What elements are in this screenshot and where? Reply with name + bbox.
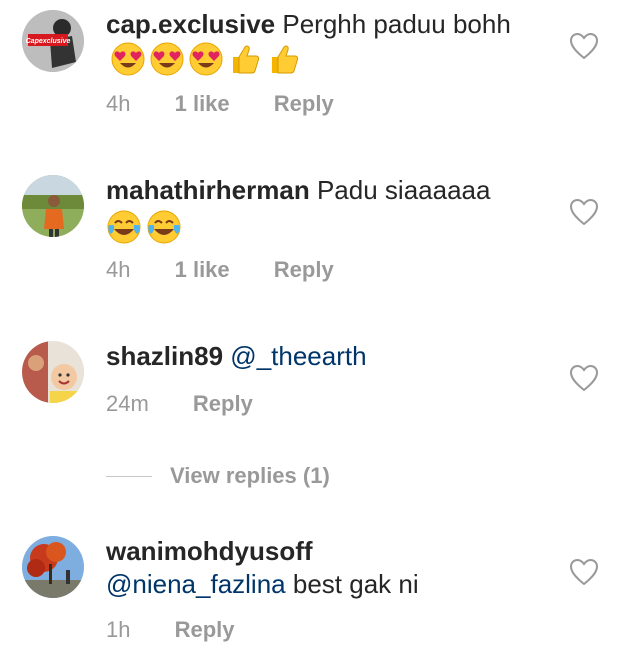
thumbs-up-emoji: [266, 41, 302, 77]
comment-username[interactable]: shazlin89: [106, 341, 223, 371]
comment-text: best gak ni: [292, 569, 419, 599]
divider-line: [106, 475, 152, 477]
heart-eyes-emoji: [149, 41, 185, 77]
view-replies-label: View replies (1): [170, 463, 330, 488]
mention-link[interactable]: @niena_fazlina: [106, 569, 286, 599]
comment-timestamp: 1h: [106, 617, 131, 642]
avatar-logo-text: Capexclusive: [26, 38, 71, 45]
reply-button[interactable]: Reply: [175, 617, 235, 643]
like-heart-icon[interactable]: [569, 198, 599, 226]
comment-timestamp: 4h: [106, 91, 131, 116]
like-heart-icon[interactable]: [569, 32, 599, 60]
comment-username[interactable]: wanimohdyusoff: [106, 535, 576, 568]
comment-text: Perghh paduu bohh: [282, 9, 511, 39]
comment-timestamp: 24m: [106, 391, 149, 416]
emoji-group: [106, 209, 576, 245]
comment-text: Padu siaaaaaa: [316, 175, 491, 205]
comment-timestamp: 4h: [106, 257, 131, 282]
avatar[interactable]: [22, 175, 84, 237]
likes-count-button[interactable]: 1 like: [175, 91, 230, 117]
heart-eyes-emoji: [110, 41, 146, 77]
mention-link[interactable]: @_theearth: [230, 341, 366, 371]
like-heart-icon[interactable]: [569, 364, 599, 392]
comment-username[interactable]: cap.exclusive: [106, 9, 275, 39]
tears-of-joy-emoji: [106, 209, 142, 245]
avatar[interactable]: [22, 341, 84, 403]
reply-button[interactable]: Reply: [193, 391, 253, 417]
comment-username[interactable]: mahathirherman: [106, 175, 310, 205]
tears-of-joy-emoji: [146, 209, 182, 245]
likes-count-button[interactable]: 1 like: [175, 257, 230, 283]
heart-eyes-emoji: [188, 41, 224, 77]
thumbs-up-emoji: [227, 41, 263, 77]
emoji-group: [110, 41, 302, 77]
avatar[interactable]: [22, 536, 84, 598]
view-replies-button[interactable]: View replies (1): [106, 461, 330, 491]
reply-button[interactable]: Reply: [274, 91, 334, 117]
avatar[interactable]: Capexclusive: [22, 10, 84, 72]
like-heart-icon[interactable]: [569, 558, 599, 586]
reply-button[interactable]: Reply: [274, 257, 334, 283]
